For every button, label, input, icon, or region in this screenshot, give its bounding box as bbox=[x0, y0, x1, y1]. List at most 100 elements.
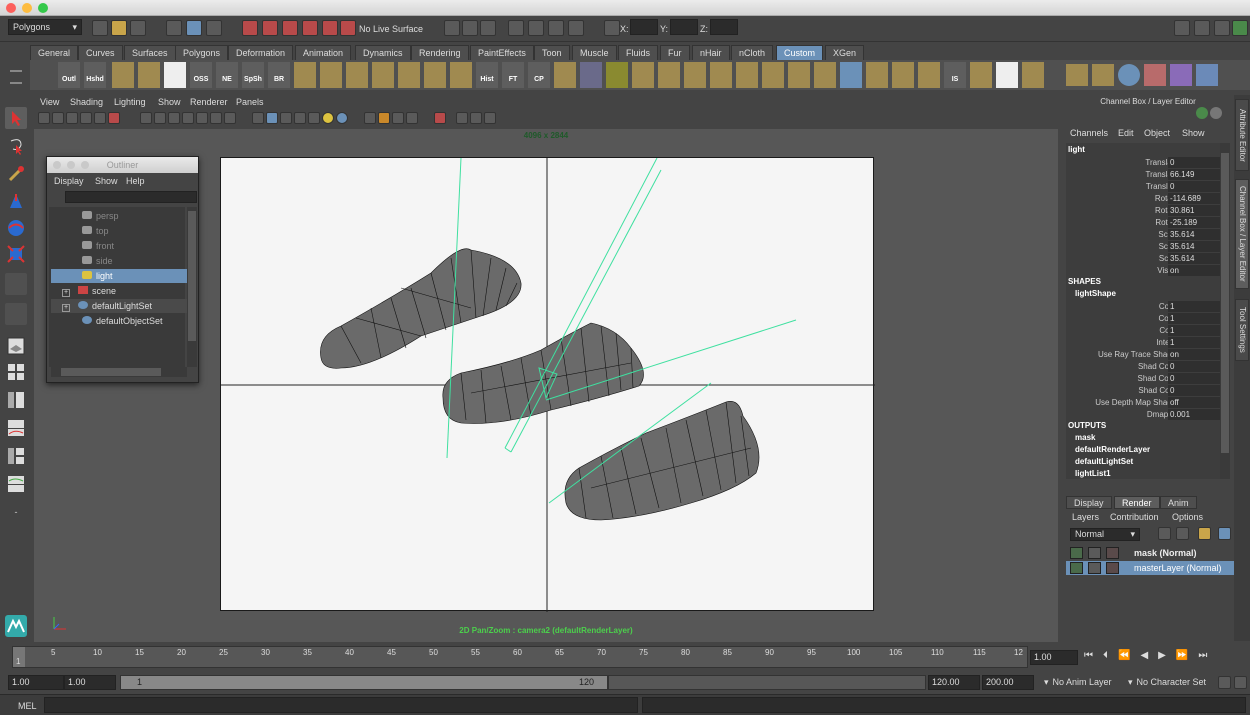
shelf-button-tool-8[interactable] bbox=[424, 62, 446, 88]
last-tool-icon[interactable] bbox=[5, 273, 27, 295]
snap-curve-icon[interactable] bbox=[262, 20, 278, 36]
channel-row[interactable]: Rotate X-114.689 bbox=[1066, 193, 1238, 205]
close-window-button[interactable] bbox=[6, 3, 16, 13]
channel-row[interactable]: Scale Y35.614 bbox=[1066, 241, 1238, 253]
xray-icon[interactable] bbox=[378, 112, 390, 124]
outliner-item-light[interactable]: light bbox=[51, 269, 187, 283]
viewport-menu-panels[interactable]: Panels bbox=[236, 97, 264, 107]
channel-value[interactable]: 0 bbox=[1168, 157, 1220, 168]
outliner-vertical-scrollbar[interactable] bbox=[187, 207, 197, 367]
shelf-button-tool-20[interactable] bbox=[814, 62, 836, 88]
y-coordinate-field[interactable] bbox=[670, 19, 698, 35]
channel-row[interactable]: Rotate Y30.861 bbox=[1066, 205, 1238, 217]
shelf-button-tool-10[interactable] bbox=[554, 62, 576, 88]
shelf-tab-curves[interactable]: Curves bbox=[78, 45, 123, 60]
channel-value[interactable]: 0 bbox=[1168, 385, 1220, 396]
shelf-button-spsh[interactable]: SpSh bbox=[242, 62, 264, 88]
channel-value[interactable]: 35.614 bbox=[1168, 241, 1220, 252]
ambient-occlusion-icon[interactable] bbox=[434, 112, 446, 124]
sequence-render-icon[interactable] bbox=[568, 20, 584, 36]
shelf-tab-general[interactable]: General bbox=[30, 45, 79, 60]
outliner-title-bar[interactable]: Outliner bbox=[47, 157, 198, 173]
outliner-menu-show[interactable]: Show bbox=[95, 176, 118, 186]
snap-point-icon[interactable] bbox=[282, 20, 298, 36]
shelf-tab-rendering[interactable]: Rendering bbox=[411, 45, 469, 60]
animation-start-field[interactable]: 1.00 bbox=[8, 675, 64, 690]
side-tab-attribute-editor[interactable]: Attribute Editor bbox=[1235, 99, 1249, 171]
outliner-menu-display[interactable]: Display bbox=[54, 176, 84, 186]
shelf-button-tool-3[interactable] bbox=[294, 62, 316, 88]
outliner-zoom-button[interactable] bbox=[81, 161, 89, 169]
channel-row[interactable]: Color B1 bbox=[1066, 325, 1238, 337]
range-slider-track[interactable] bbox=[608, 675, 926, 690]
backface-culling-icon[interactable] bbox=[406, 112, 418, 124]
rotate-tool-icon[interactable] bbox=[5, 217, 27, 239]
shelf-button-tool-15[interactable] bbox=[684, 62, 706, 88]
channel-value[interactable]: 66.149 bbox=[1168, 169, 1220, 180]
expand-icon[interactable]: + bbox=[62, 289, 70, 297]
channel-value[interactable]: 30.861 bbox=[1168, 205, 1220, 216]
shelf-button-tool-32[interactable] bbox=[1170, 64, 1192, 86]
channel-value[interactable]: 1 bbox=[1168, 313, 1220, 324]
new-layer-from-selected-icon[interactable] bbox=[1176, 527, 1189, 540]
channel-menu-channels[interactable]: Channels bbox=[1070, 128, 1108, 138]
shelf-button-tool-11[interactable] bbox=[580, 62, 602, 88]
outliner-item-front[interactable]: front bbox=[51, 239, 187, 253]
command-language-label[interactable]: MEL bbox=[18, 701, 37, 711]
go-to-end-button[interactable]: ⏭ bbox=[1198, 650, 1217, 661]
motion-blur-icon[interactable] bbox=[456, 112, 468, 124]
shelf-tab-custom[interactable]: Custom bbox=[776, 45, 824, 60]
render-settings-layer-icon[interactable] bbox=[1198, 527, 1211, 540]
construction-history-icon[interactable] bbox=[444, 20, 460, 36]
channel-value[interactable]: 0.001 bbox=[1168, 409, 1220, 420]
channel-row[interactable]: Shad Color G0 bbox=[1066, 373, 1238, 385]
new-scene-icon[interactable] bbox=[92, 20, 108, 36]
channel-row[interactable]: Color G1 bbox=[1066, 313, 1238, 325]
layer-tab-anim[interactable]: Anim bbox=[1160, 496, 1197, 509]
select-hierarchy-icon[interactable] bbox=[166, 20, 182, 36]
playback-end-field[interactable]: 120.00 bbox=[928, 675, 980, 690]
channel-value[interactable]: 0 bbox=[1168, 181, 1220, 192]
command-input[interactable] bbox=[44, 697, 638, 713]
channel-menu-object[interactable]: Object bbox=[1144, 128, 1170, 138]
outliner-close-button[interactable] bbox=[53, 161, 61, 169]
live-surface-magnet-icon[interactable] bbox=[340, 20, 356, 36]
step-forward-key-button[interactable]: ⏩ bbox=[1176, 650, 1198, 661]
shelf-button-freeze-transform[interactable]: FT bbox=[502, 62, 524, 88]
sidebar-toggle-icon[interactable] bbox=[1174, 20, 1190, 36]
zoom-window-button[interactable] bbox=[38, 3, 48, 13]
hypershade-icon[interactable] bbox=[528, 20, 544, 36]
shelf-button-tool-30[interactable] bbox=[1118, 64, 1140, 86]
shelf-button-tool-12[interactable] bbox=[606, 62, 628, 88]
layer-menu-contribution[interactable]: Contribution bbox=[1110, 512, 1159, 522]
shelf-tab-painteffects[interactable]: PaintEffects bbox=[470, 45, 534, 60]
channel-row[interactable]: Color R1 bbox=[1066, 301, 1238, 313]
channel-row[interactable]: Scale X35.614 bbox=[1066, 229, 1238, 241]
resolution-gate-icon[interactable] bbox=[168, 112, 180, 124]
shelf-button-checker[interactable] bbox=[164, 62, 186, 88]
output-node[interactable]: lightList1 bbox=[1075, 469, 1111, 478]
shelf-button-tool-31[interactable] bbox=[1144, 64, 1166, 86]
range-slider-handle[interactable]: 1 120 bbox=[120, 675, 608, 690]
channel-value[interactable]: off bbox=[1168, 397, 1220, 408]
shelf-button-tool-26[interactable] bbox=[996, 62, 1018, 88]
auto-key-icon[interactable] bbox=[1218, 676, 1231, 689]
channel-row[interactable]: Use Depth Map Shadows off bbox=[1066, 397, 1238, 409]
output-node[interactable]: defaultRenderLayer bbox=[1075, 445, 1150, 454]
shelf-tab-xgen[interactable]: XGen bbox=[825, 45, 865, 60]
shelf-button-hypershade[interactable]: Hshd bbox=[84, 62, 106, 88]
textured-icon[interactable] bbox=[294, 112, 306, 124]
shelf-button-tool-9[interactable] bbox=[450, 62, 472, 88]
channel-value[interactable]: on bbox=[1168, 265, 1220, 276]
shelf-button-tool-18[interactable] bbox=[762, 62, 784, 88]
select-object-icon[interactable] bbox=[186, 20, 202, 36]
z-coordinate-field[interactable] bbox=[710, 19, 738, 35]
layer-render-view-icon[interactable] bbox=[1106, 562, 1119, 574]
layer-tab-display[interactable]: Display bbox=[1066, 496, 1112, 509]
more-layouts-icon[interactable]: - bbox=[5, 501, 27, 523]
output-node[interactable]: mask bbox=[1075, 433, 1095, 442]
channel-value[interactable]: 1 bbox=[1168, 325, 1220, 336]
shelf-tab-muscle[interactable]: Muscle bbox=[572, 45, 617, 60]
shelf-button-tool-1[interactable] bbox=[112, 62, 134, 88]
shelf-button-outliner[interactable]: Outl bbox=[58, 62, 80, 88]
